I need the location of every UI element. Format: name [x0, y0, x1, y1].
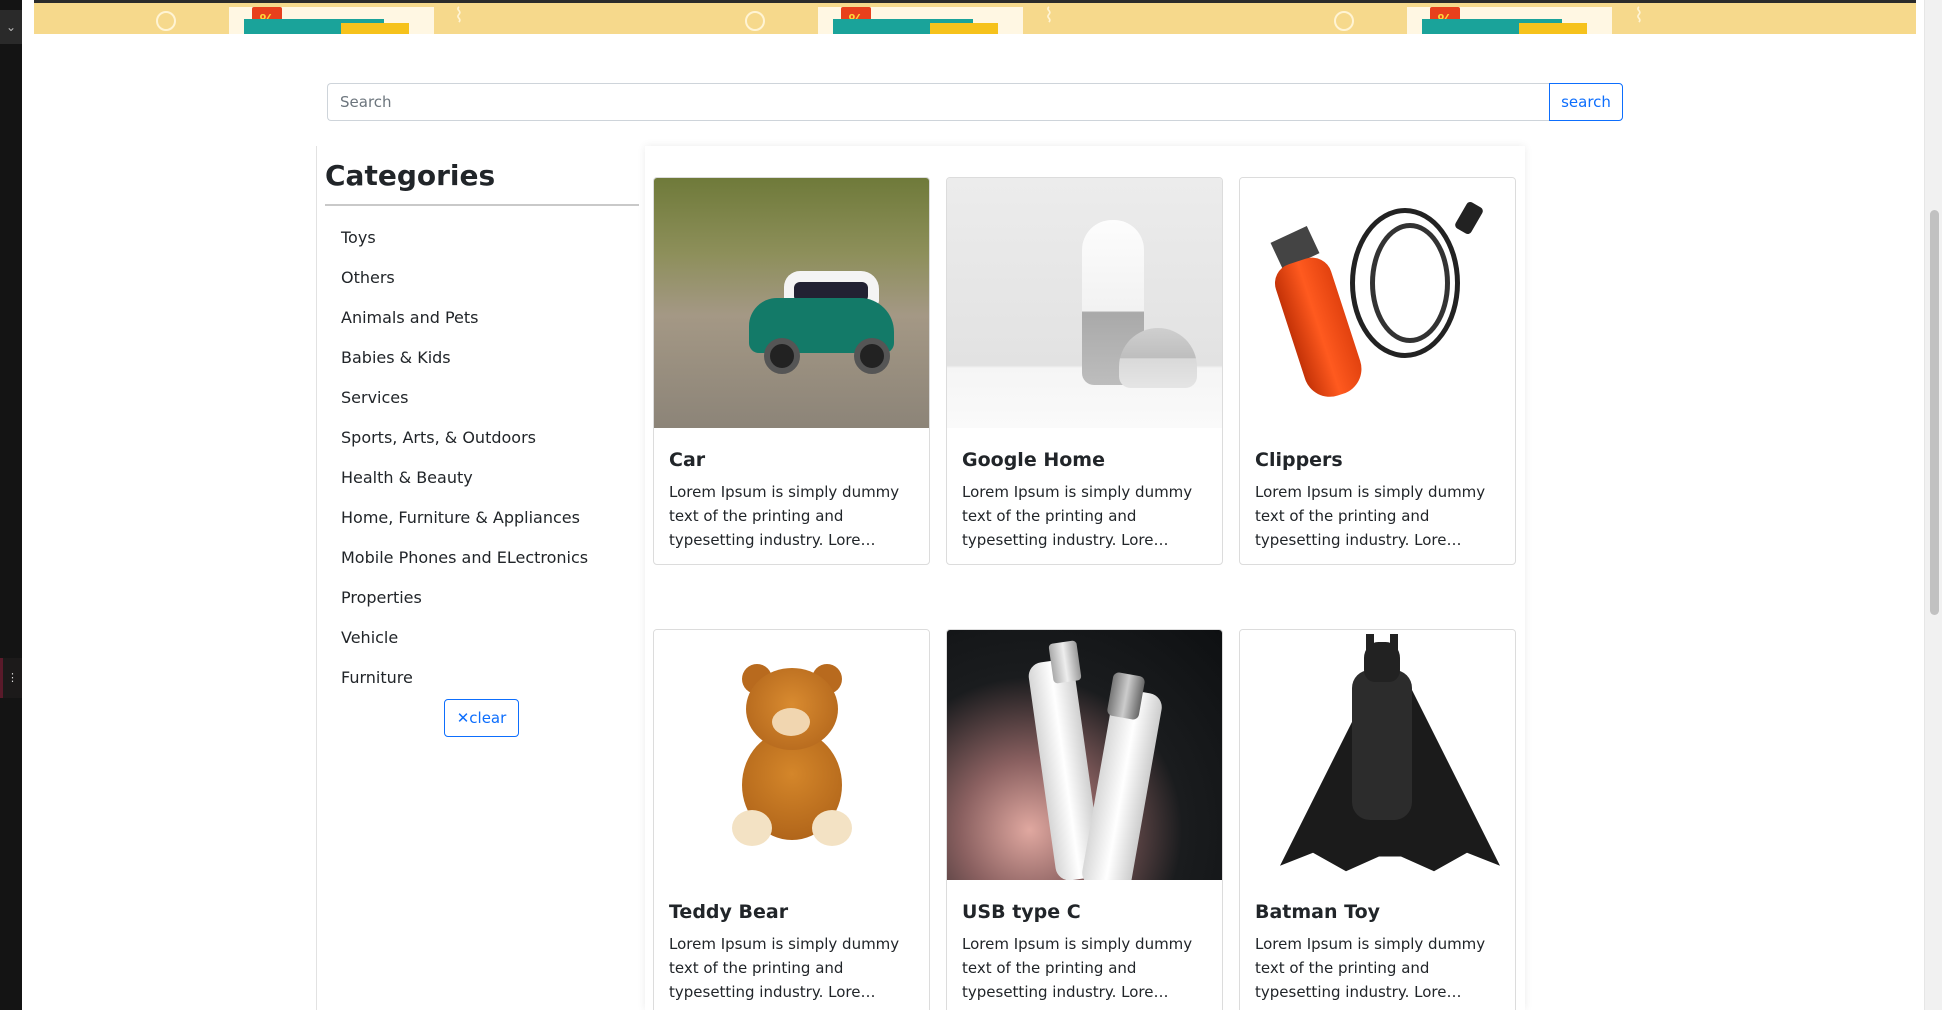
promo-card: %	[1407, 7, 1612, 34]
chart-line-icon: ⌇	[1044, 3, 1054, 27]
scrollbar-thumb[interactable]	[1930, 210, 1939, 615]
usb-c-cable-image	[947, 630, 1222, 880]
product-card-car[interactable]: Car Lorem Ipsum is simply dummy text of …	[653, 177, 930, 565]
search-button[interactable]: search	[1549, 83, 1623, 121]
plus-circle-icon	[156, 11, 176, 31]
category-item-babies-kids[interactable]: Babies & Kids	[341, 348, 638, 388]
product-title: Batman Toy	[1255, 901, 1381, 923]
product-title: USB type C	[962, 901, 1081, 923]
divider	[325, 204, 639, 206]
category-item-toys[interactable]: Toys	[341, 228, 638, 268]
chevron-down-icon[interactable]: ⌄	[0, 10, 22, 44]
product-description: Lorem Ipsum is simply dummy text of the …	[669, 483, 900, 549]
product-title: Car	[669, 449, 706, 471]
chart-line-icon: ⌇	[454, 3, 464, 27]
category-item-others[interactable]: Others	[341, 268, 638, 308]
product-description: Lorem Ipsum is simply dummy text of the …	[962, 935, 1193, 1001]
category-item-health-beauty[interactable]: Health & Beauty	[341, 468, 638, 508]
product-description: Lorem Ipsum is simply dummy text of the …	[1255, 935, 1486, 1001]
promo-card: %	[229, 7, 434, 34]
os-left-strip: ⌄ ⋮	[0, 0, 22, 1010]
product-description: Lorem Ipsum is simply dummy text of the …	[962, 483, 1193, 549]
batman-figure-image	[1240, 630, 1515, 880]
page-scrollbar[interactable]	[1924, 0, 1942, 1010]
promo-banner[interactable]: ⌇ % ⌇ % ⌇ %	[34, 0, 1916, 34]
search-bar: search	[327, 83, 1623, 121]
close-icon: ✕	[456, 709, 470, 727]
clear-label: clear	[469, 709, 507, 727]
category-item-vehicle[interactable]: Vehicle	[341, 628, 638, 668]
categories-sidebar: Categories Toys Others Animals and Pets …	[316, 146, 639, 1010]
plus-circle-icon	[745, 11, 765, 31]
categories-title: Categories	[325, 159, 496, 192]
category-item-mobile-phones-electronics[interactable]: Mobile Phones and ELectronics	[341, 548, 638, 588]
product-title: Clippers	[1255, 449, 1343, 471]
search-input[interactable]	[327, 83, 1549, 121]
product-description: Lorem Ipsum is simply dummy text of the …	[669, 935, 900, 1001]
clear-filter-button[interactable]: ✕clear	[444, 699, 519, 737]
category-item-animals-and-pets[interactable]: Animals and Pets	[341, 308, 638, 348]
plus-circle-icon	[1334, 11, 1354, 31]
category-item-services[interactable]: Services	[341, 388, 638, 428]
hair-clippers-image	[1240, 178, 1515, 428]
product-description: Lorem Ipsum is simply dummy text of the …	[1255, 483, 1486, 549]
category-list: Toys Others Animals and Pets Babies & Ki…	[341, 228, 638, 708]
product-title: Google Home	[962, 449, 1105, 471]
google-home-image	[947, 178, 1222, 428]
category-item-home-furniture-appliances[interactable]: Home, Furniture & Appliances	[341, 508, 638, 548]
category-item-sports-arts-outdoors[interactable]: Sports, Arts, & Outdoors	[341, 428, 638, 468]
product-card-google-home[interactable]: Google Home Lorem Ipsum is simply dummy …	[946, 177, 1223, 565]
toy-car-image	[654, 178, 929, 428]
product-title: Teddy Bear	[669, 901, 789, 923]
category-item-properties[interactable]: Properties	[341, 588, 638, 628]
teddy-bear-image	[654, 630, 929, 880]
promo-card: %	[818, 7, 1023, 34]
product-card-batman-toy[interactable]: Batman Toy Lorem Ipsum is simply dummy t…	[1239, 629, 1516, 1010]
product-card-usb-type-c[interactable]: USB type C Lorem Ipsum is simply dummy t…	[946, 629, 1223, 1010]
product-card-teddy-bear[interactable]: Teddy Bear Lorem Ipsum is simply dummy t…	[653, 629, 930, 1010]
product-grid: Car Lorem Ipsum is simply dummy text of …	[645, 146, 1525, 1010]
more-options-icon[interactable]: ⋮	[0, 658, 22, 698]
chart-line-icon: ⌇	[1634, 3, 1644, 27]
product-card-clippers[interactable]: Clippers Lorem Ipsum is simply dummy tex…	[1239, 177, 1516, 565]
